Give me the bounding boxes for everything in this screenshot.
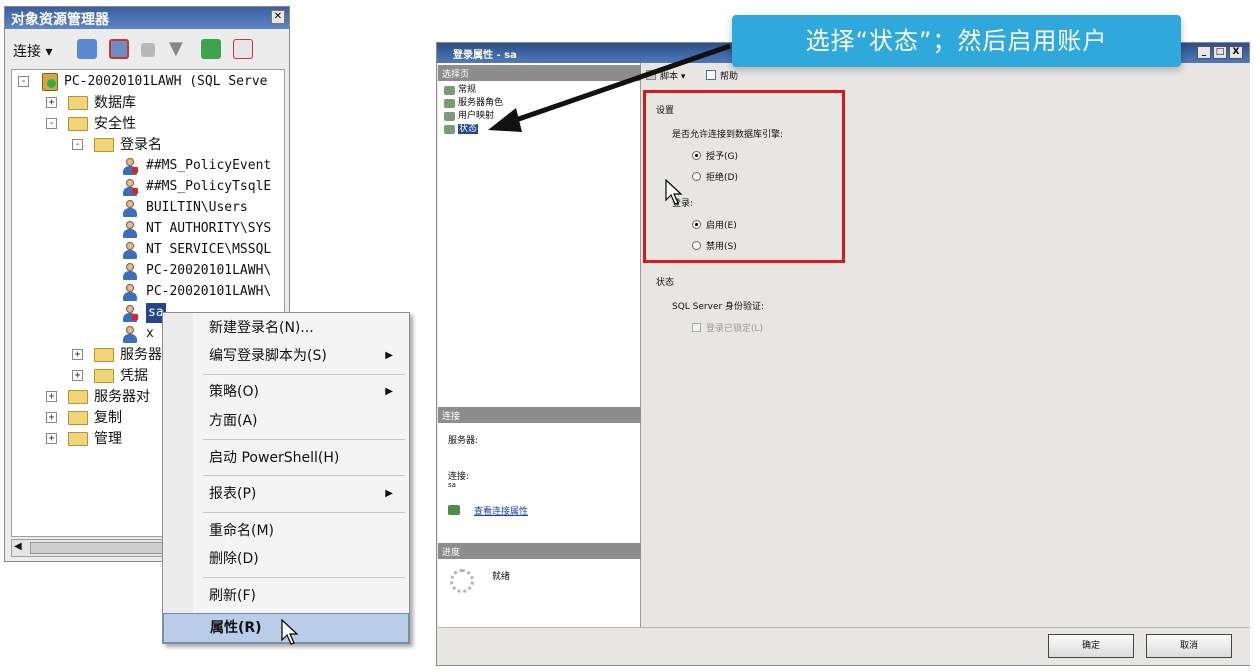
collapse-icon[interactable]: - — [46, 118, 57, 129]
status-header: 状态 — [656, 278, 675, 288]
progress-status: 就绪 — [492, 572, 511, 582]
stop-icon[interactable] — [141, 43, 155, 57]
menu-separator — [203, 512, 405, 513]
submenu-arrow-icon: ▶ — [385, 488, 393, 499]
login-user-icon — [122, 221, 138, 238]
login-user-icon — [122, 326, 138, 343]
server-icon — [42, 73, 58, 91]
expand-icon[interactable]: + — [72, 349, 83, 360]
menu-separator — [203, 577, 405, 578]
menu-separator — [203, 439, 405, 440]
connect-button[interactable]: 连接 ▾ — [13, 41, 52, 61]
menu-item-reports[interactable]: 报表(P) ▶ — [195, 481, 407, 507]
view-connection-properties-link[interactable]: 查看连接属性 — [474, 504, 528, 517]
expand-icon[interactable]: + — [46, 412, 57, 423]
menu-item-delete[interactable]: 删除(D) — [195, 546, 407, 572]
menu-separator — [203, 374, 405, 375]
page-icon — [444, 99, 455, 108]
folder-icon — [68, 117, 88, 131]
submenu-arrow-icon: ▶ — [385, 350, 393, 361]
mouse-cursor-icon — [281, 618, 299, 645]
folder-icon — [68, 411, 88, 425]
login-group-icon — [122, 200, 138, 217]
menu-item-rename[interactable]: 重命名(M) — [195, 518, 407, 544]
page-status[interactable]: 状态 — [444, 123, 479, 136]
menu-item-new-login[interactable]: 新建登录名(N)... — [195, 315, 407, 341]
expand-icon[interactable]: + — [72, 370, 83, 381]
expand-icon[interactable]: + — [46, 97, 57, 108]
server-label: 服务器: — [448, 436, 479, 446]
close-button[interactable]: X — [1229, 46, 1243, 59]
progress-spinner-icon — [450, 569, 474, 593]
connection-properties-icon — [448, 505, 460, 515]
connect-server-icon[interactable] — [77, 39, 97, 59]
disconnect-icon[interactable] — [109, 39, 129, 59]
folder-icon — [94, 348, 114, 362]
object-explorer-toolbar: 连接 ▾ ▼ — [5, 29, 289, 69]
menu-item-powershell[interactable]: 启动 PowerShell(H) — [195, 445, 407, 471]
dialog-button-bar: 确定 取消 — [438, 627, 1250, 665]
collapse-icon[interactable]: - — [18, 76, 29, 87]
login-user-icon — [122, 179, 138, 196]
menu-item-script-login[interactable]: 编写登录脚本为(S) ▶ — [195, 343, 407, 369]
login-locked-checkbox[interactable] — [692, 323, 701, 332]
object-explorer-title: 对象资源管理器 — [5, 7, 289, 29]
page-icon — [444, 112, 455, 121]
login-user-icon — [122, 284, 138, 301]
connection-header: 连接 — [438, 407, 641, 423]
collapse-icon[interactable]: - — [72, 139, 83, 150]
instruction-callout: 选择“状态”；然后启用账户 — [732, 15, 1181, 67]
context-menu: 新建登录名(N)... 编写登录脚本为(S) ▶ 策略(O) ▶ 方面(A) 启动 … — [162, 312, 410, 644]
annotation-arrow — [488, 43, 731, 132]
page-general[interactable]: 常规 — [444, 84, 476, 97]
progress-header: 进度 — [438, 543, 641, 559]
filter-icon[interactable]: ▼ — [169, 39, 189, 59]
sql-auth-label: SQL Server 身份验证: — [672, 302, 765, 312]
scroll-left-icon[interactable]: ◀ — [14, 541, 22, 552]
refresh-icon[interactable] — [201, 39, 221, 59]
ok-button[interactable]: 确定 — [1048, 634, 1134, 658]
login-user-icon — [122, 158, 138, 175]
cancel-button[interactable]: 取消 — [1146, 634, 1232, 658]
dialog-left-pane: 选择页 常规 服务器角色 用户映射 状态 连接 服务器: 连接: sa 查看连接… — [438, 63, 641, 645]
menu-separator — [203, 475, 405, 476]
folder-icon — [94, 369, 114, 383]
activity-monitor-icon[interactable] — [233, 39, 253, 59]
folder-icon — [68, 96, 88, 110]
folder-icon — [94, 138, 114, 152]
page-icon — [444, 86, 455, 95]
tree-node-server[interactable]: - PC-20020101LAWH (SQL Serve — [12, 72, 284, 92]
minimize-button[interactable]: _ — [1197, 46, 1211, 59]
login-user-icon — [122, 305, 138, 322]
login-locked-label: 登录已锁定(L) — [706, 324, 764, 334]
folder-icon — [68, 390, 88, 404]
menu-item-refresh[interactable]: 刷新(F) — [195, 583, 407, 609]
maximize-button[interactable]: □ — [1213, 46, 1227, 59]
expand-icon[interactable]: + — [46, 433, 57, 444]
login-user-icon — [122, 263, 138, 280]
connection-value: sa — [448, 481, 456, 489]
expand-icon[interactable]: + — [46, 391, 57, 402]
folder-icon — [68, 432, 88, 446]
menu-gutter — [163, 313, 193, 643]
login-group-icon — [122, 242, 138, 259]
page-icon — [444, 125, 455, 134]
menu-item-facets[interactable]: 方面(A) — [195, 408, 407, 434]
close-icon[interactable]: ✕ — [271, 10, 285, 24]
submenu-arrow-icon: ▶ — [385, 386, 393, 397]
menu-item-policies[interactable]: 策略(O) ▶ — [195, 379, 407, 405]
